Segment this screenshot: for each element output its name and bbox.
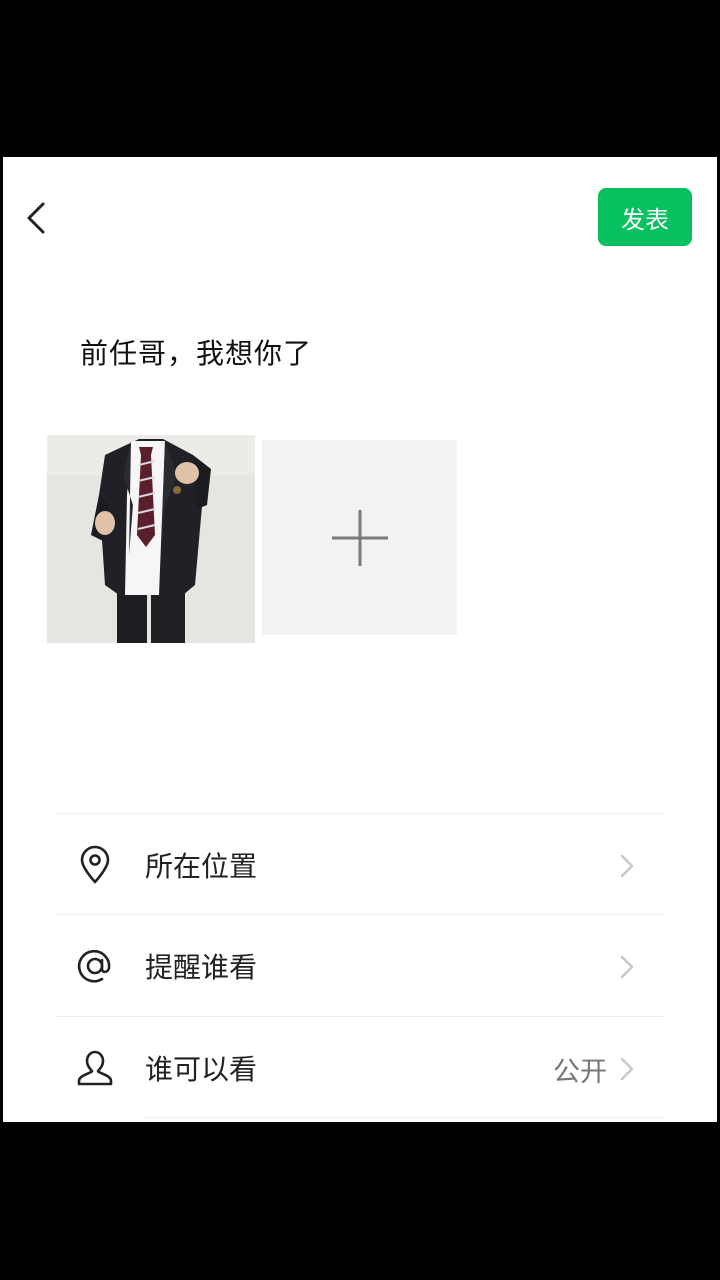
at-sign-icon — [77, 949, 111, 983]
chevron-right-icon — [620, 854, 634, 878]
option-value: 公开 — [553, 1057, 607, 1088]
divider — [57, 1016, 663, 1017]
chevron-right-icon — [620, 1057, 634, 1081]
uniform-photo[interactable] — [47, 435, 255, 643]
photo-illustration — [47, 435, 255, 643]
chevron-left-icon — [27, 202, 45, 234]
person-icon — [77, 1050, 113, 1086]
location-pin-icon — [80, 845, 110, 884]
chevron-right-icon — [620, 955, 634, 979]
option-label: 谁可以看 — [145, 1053, 258, 1086]
option-mention[interactable]: 提醒谁看 — [57, 916, 663, 1016]
divider — [57, 813, 663, 814]
post-text[interactable]: 前任哥，我想你了 — [80, 332, 312, 372]
option-location[interactable]: 所在位置 — [57, 815, 663, 915]
option-visibility[interactable]: 谁可以看 公开 — [57, 1018, 663, 1118]
option-label: 提醒谁看 — [145, 951, 258, 984]
add-photo-button[interactable] — [262, 440, 457, 635]
option-label: 所在位置 — [145, 850, 258, 883]
back-button[interactable] — [18, 196, 54, 240]
publish-button[interactable]: 发表 — [598, 188, 692, 246]
plus-icon — [331, 509, 388, 566]
